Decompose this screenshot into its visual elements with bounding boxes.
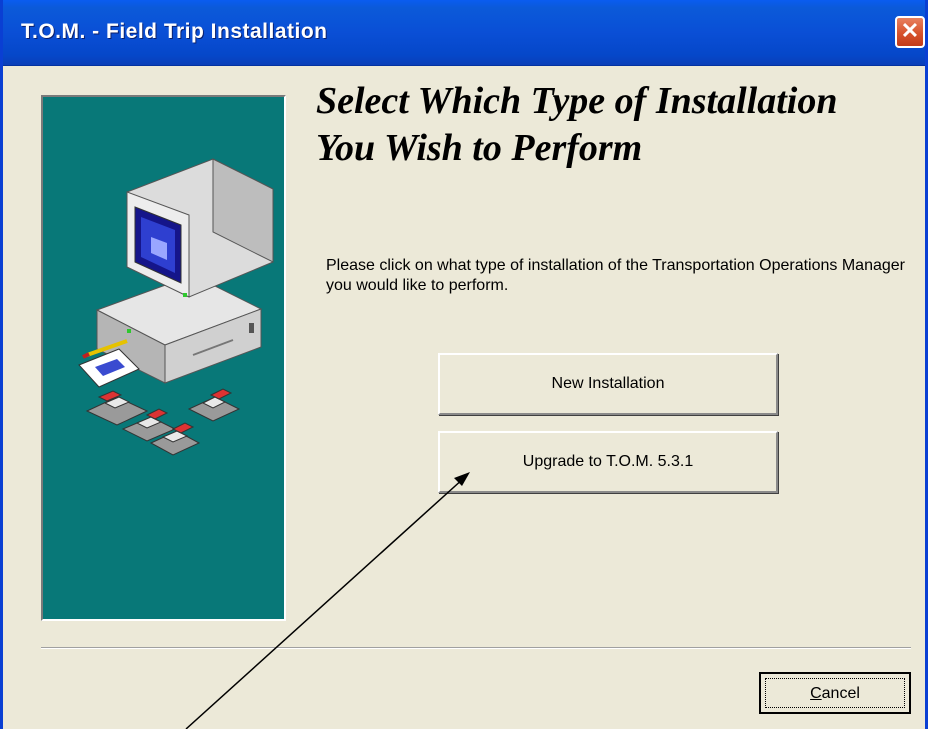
window-title: T.O.M. - Field Trip Installation [21,20,328,43]
installer-window: T.O.M. - Field Trip Installation ✕ Selec… [0,0,928,729]
side-illustration-panel [41,95,286,621]
instruction-text: Please click on what type of installatio… [326,257,905,294]
new-installation-button[interactable]: New Installation [438,353,778,415]
computer-with-disks-icon [78,158,274,456]
cancel-label-rest: ancel [821,685,860,702]
title-bar[interactable]: T.O.M. - Field Trip Installation ✕ [3,0,925,66]
cancel-button[interactable]: Cancel [759,672,911,714]
upgrade-button[interactable]: Upgrade to T.O.M. 5.3.1 [438,431,778,493]
page-heading: Select Which Type of Installation You Wi… [316,80,838,169]
close-icon[interactable]: ✕ [895,16,925,48]
divider [41,647,911,649]
cancel-accelerator-key: C [810,685,822,702]
cancel-button-label: Cancel [765,678,905,708]
